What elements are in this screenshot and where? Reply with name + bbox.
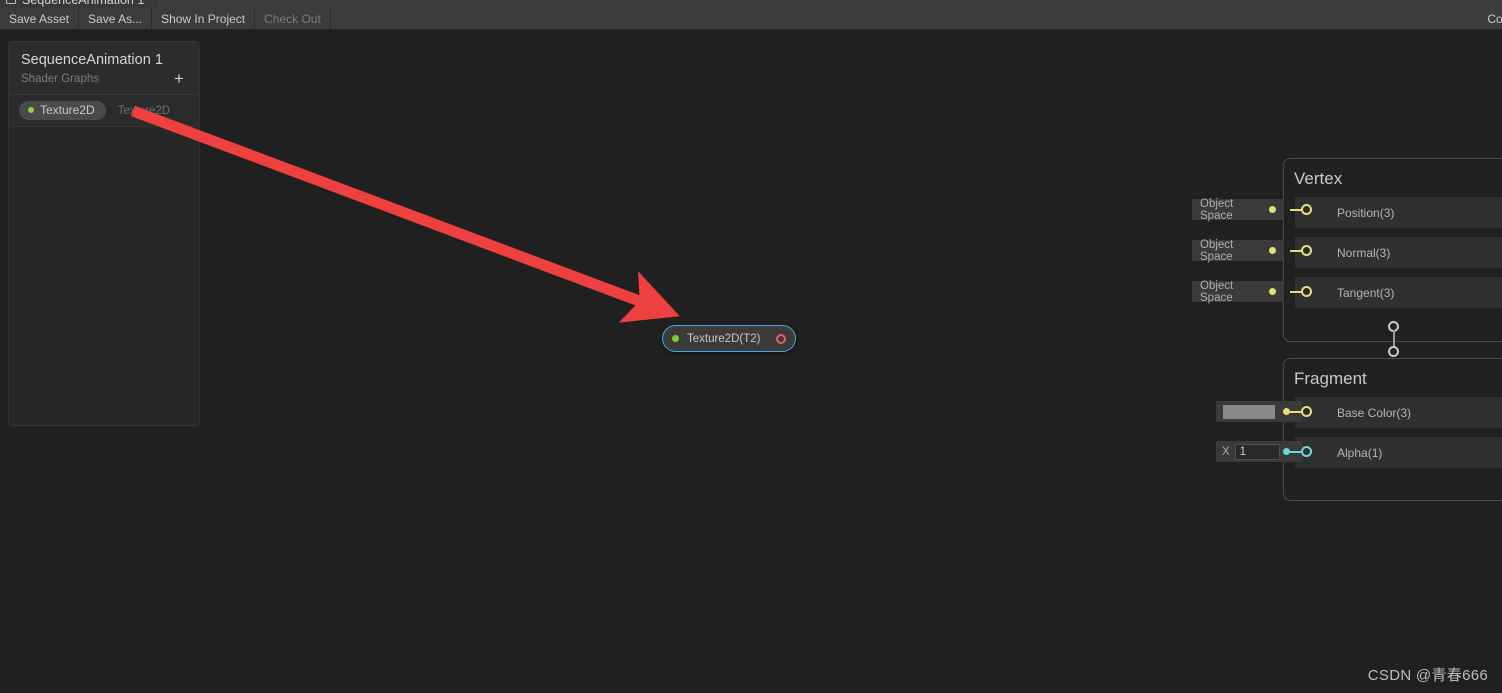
tangent-port-ring-icon[interactable] — [1301, 286, 1312, 297]
vertex-block[interactable]: Vertex Position(3) Normal(3) Tangent(3) — [1283, 158, 1502, 342]
port-body: Normal(3) — [1295, 237, 1502, 268]
fragment-block-title: Fragment — [1294, 369, 1367, 388]
port-label: Position(3) — [1337, 205, 1395, 220]
vertex-port-tangent[interactable]: Tangent(3) — [1284, 277, 1502, 308]
property-chip[interactable]: Texture2D — [19, 101, 106, 120]
blackboard-property-row[interactable]: Texture2D Texture2D — [9, 95, 199, 127]
position-space-dropdown[interactable]: Object Space — [1192, 197, 1284, 222]
graph-canvas[interactable]: SequenceAnimation 1 Shader Graphs + Text… — [0, 31, 1502, 693]
blackboard-subtitle: Shader Graphs — [21, 73, 99, 85]
port-dot-icon[interactable] — [1269, 206, 1276, 213]
texture2d-node[interactable]: Texture2D(T2) — [662, 325, 796, 352]
base-color-swatch-control[interactable] — [1216, 401, 1284, 422]
window-tab-label: SequenceAnimation 1 — [22, 0, 145, 7]
vertex-port-position[interactable]: Position(3) — [1284, 197, 1502, 228]
dropdown-label: Object Space — [1200, 279, 1234, 304]
window-tab[interactable]: SequenceAnimation 1 — [0, 0, 159, 8]
vertex-port-normal[interactable]: Normal(3) — [1284, 237, 1502, 268]
port-dot-icon[interactable] — [1269, 288, 1276, 295]
blackboard-header: SequenceAnimation 1 Shader Graphs + — [9, 42, 199, 95]
property-name: Texture2D — [40, 103, 95, 117]
normal-space-dropdown[interactable]: Object Space — [1192, 238, 1284, 263]
port-label: Tangent(3) — [1337, 285, 1395, 300]
blackboard-title: SequenceAnimation 1 — [21, 52, 163, 68]
blackboard-subtitle-row: Shader Graphs + — [21, 70, 187, 87]
port-dot-icon[interactable] — [1283, 408, 1290, 415]
port-body: Base Color(3) — [1295, 397, 1502, 428]
port-body: Tangent(3) — [1295, 277, 1502, 308]
port-label: Base Color(3) — [1337, 405, 1412, 420]
port-body: Alpha(1) — [1295, 437, 1502, 468]
color-swatch[interactable] — [1223, 404, 1275, 419]
position-port-ring-icon[interactable] — [1301, 204, 1312, 215]
color-mode-label[interactable]: Color — [1487, 8, 1502, 29]
dropdown-label: Object Space — [1200, 197, 1234, 222]
save-as-button[interactable]: Save As... — [79, 8, 153, 29]
alpha-axis-label: X — [1222, 445, 1230, 458]
dropdown-label: Object Space — [1200, 238, 1234, 263]
fragment-block[interactable]: Fragment Base Color(3) Alpha(1) — [1283, 358, 1502, 501]
port-body: Position(3) — [1295, 197, 1502, 228]
alpha-input[interactable]: 1 — [1234, 443, 1280, 460]
fragment-block-connector-node[interactable] — [1388, 346, 1399, 357]
watermark: CSDN @青春666 — [1367, 667, 1488, 684]
fragment-port-base-color[interactable]: Base Color(3) — [1284, 397, 1502, 428]
node-output-port-icon[interactable] — [776, 333, 786, 344]
node-label: Texture2D(T2) — [687, 332, 761, 345]
check-out-button: Check Out — [255, 8, 331, 29]
add-property-button[interactable]: + — [171, 70, 187, 87]
port-dot-icon[interactable] — [1269, 247, 1276, 254]
tangent-space-dropdown[interactable]: Object Space — [1192, 279, 1284, 304]
show-in-project-button[interactable]: Show In Project — [152, 8, 256, 29]
window-title-bar: SequenceAnimation 1 — [0, 0, 1502, 8]
save-asset-button[interactable]: Save Asset — [0, 8, 80, 29]
port-label: Alpha(1) — [1337, 445, 1383, 460]
node-input-port-icon[interactable] — [672, 335, 679, 342]
port-dot-icon[interactable] — [1283, 448, 1290, 455]
annotation-arrow — [131, 105, 680, 323]
alpha-number-control[interactable]: X 1 — [1216, 441, 1284, 462]
property-type-label: Texture2D — [117, 104, 171, 117]
alpha-port-ring-icon[interactable] — [1301, 446, 1312, 457]
property-dot-icon — [28, 107, 34, 113]
base-color-port-ring-icon[interactable] — [1301, 406, 1312, 417]
port-label: Normal(3) — [1337, 245, 1391, 260]
shader-graph-tab-icon — [6, 0, 16, 4]
toolbar: Save Asset Save As... Show In Project Ch… — [0, 8, 1502, 30]
vertex-block-title: Vertex — [1294, 169, 1343, 188]
shader-graph-window: SequenceAnimation 1 Save Asset Save As..… — [0, 0, 1502, 693]
blackboard-panel[interactable]: SequenceAnimation 1 Shader Graphs + Text… — [8, 41, 200, 426]
normal-port-ring-icon[interactable] — [1301, 245, 1312, 256]
fragment-port-alpha[interactable]: Alpha(1) — [1284, 437, 1502, 468]
